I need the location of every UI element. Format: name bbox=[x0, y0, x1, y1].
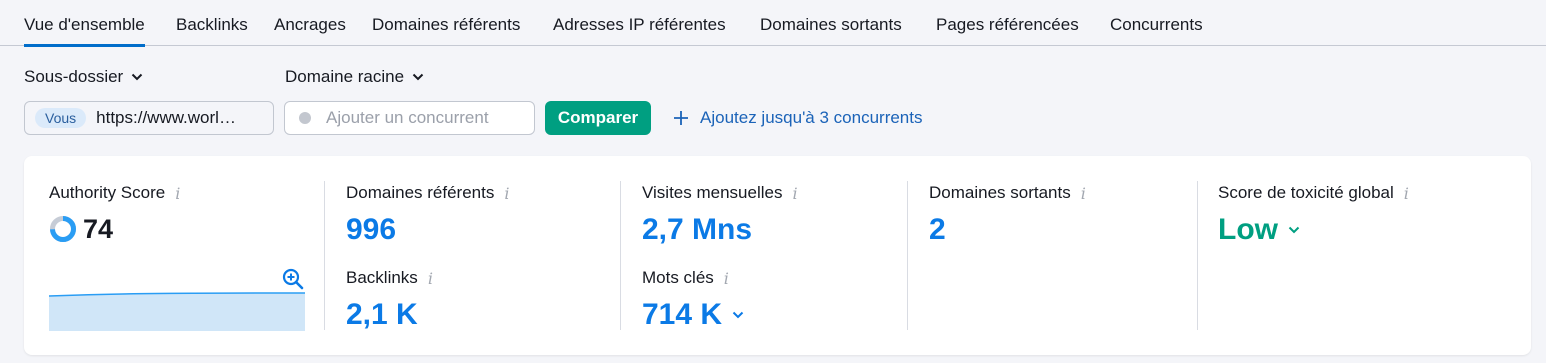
column-divider bbox=[907, 181, 908, 330]
info-icon[interactable]: i bbox=[504, 184, 509, 203]
tab-overview[interactable]: Vue d'ensemble bbox=[24, 15, 145, 47]
toxicity-score-title: Score de toxicité global bbox=[1218, 183, 1394, 202]
scope-dropdown-label: Sous-dossier bbox=[24, 67, 124, 86]
outbound-domains-value[interactable]: 2 bbox=[929, 213, 946, 247]
info-icon[interactable]: i bbox=[1081, 184, 1086, 203]
referring-domains-title: Domaines référents bbox=[346, 183, 495, 202]
column-divider bbox=[1197, 181, 1198, 330]
keywords-title: Mots clés bbox=[642, 268, 714, 287]
tab-referring-ips[interactable]: Adresses IP référentes bbox=[553, 15, 726, 46]
authority-score-value: 74 bbox=[83, 214, 114, 244]
referring-domains-value[interactable]: 996 bbox=[346, 213, 396, 247]
tab-bar: Vue d'ensemble Backlinks Ancrages Domain… bbox=[0, 0, 1546, 47]
chevron-down-icon[interactable] bbox=[732, 311, 744, 319]
toxicity-score-label: Score de toxicité global i bbox=[1218, 183, 1409, 203]
info-icon[interactable]: i bbox=[724, 269, 729, 288]
column-divider bbox=[324, 181, 325, 330]
referring-domains-label: Domaines référents i bbox=[346, 183, 509, 203]
trend-area bbox=[49, 293, 305, 331]
authority-trend-chart bbox=[49, 292, 305, 331]
authority-score-title: Authority Score bbox=[49, 183, 166, 202]
info-icon[interactable]: i bbox=[428, 269, 433, 288]
column-divider bbox=[620, 181, 621, 330]
plus-icon bbox=[674, 111, 688, 125]
monthly-visits-label: Visites mensuelles i bbox=[642, 183, 798, 203]
toxicity-score-text: Low bbox=[1218, 213, 1278, 246]
metrics-card: Authority Score i 74 Domaines référents … bbox=[24, 156, 1531, 355]
add-competitors-link[interactable]: Ajoutez jusqu'à 3 concurrents bbox=[674, 108, 923, 128]
you-badge: Vous bbox=[35, 108, 87, 128]
domain-dropdown-label: Domaine racine bbox=[285, 67, 405, 86]
competitor-input[interactable] bbox=[326, 108, 526, 128]
info-icon[interactable]: i bbox=[175, 184, 180, 203]
backlinks-title: Backlinks bbox=[346, 268, 418, 287]
competitor-color-dot bbox=[299, 112, 311, 124]
tab-backlinks[interactable]: Backlinks bbox=[176, 15, 248, 46]
competitor-field[interactable] bbox=[284, 101, 535, 135]
tab-referring-domains[interactable]: Domaines référents bbox=[372, 15, 520, 46]
monthly-visits-value[interactable]: 2,7 Mns bbox=[642, 213, 752, 247]
info-icon[interactable]: i bbox=[1404, 184, 1409, 203]
zoom-in-icon[interactable] bbox=[282, 268, 304, 290]
keywords-value[interactable]: 714 K bbox=[642, 298, 744, 332]
scope-dropdown[interactable]: Sous-dossier bbox=[24, 67, 143, 87]
authority-score-label: Authority Score i bbox=[49, 183, 180, 203]
tab-anchors[interactable]: Ancrages bbox=[274, 15, 346, 46]
tab-indexed-pages[interactable]: Pages référencées bbox=[936, 15, 1079, 46]
monthly-visits-title: Visites mensuelles bbox=[642, 183, 783, 202]
info-icon[interactable]: i bbox=[792, 184, 797, 203]
add-competitors-label: Ajoutez jusqu'à 3 concurrents bbox=[700, 108, 923, 127]
backlinks-label: Backlinks i bbox=[346, 268, 433, 288]
chevron-down-icon bbox=[132, 73, 143, 81]
authority-ring-icon bbox=[50, 216, 76, 242]
your-url: https://www.worl… bbox=[96, 108, 236, 127]
outbound-domains-label: Domaines sortants i bbox=[929, 183, 1086, 203]
tab-competitors[interactable]: Concurrents bbox=[1110, 15, 1203, 46]
compare-button[interactable]: Comparer bbox=[545, 101, 651, 135]
keywords-value-text: 714 K bbox=[642, 298, 723, 331]
chevron-down-icon bbox=[412, 73, 424, 81]
your-domain-field[interactable]: Vous https://www.worl… bbox=[24, 101, 274, 135]
backlinks-value[interactable]: 2,1 K bbox=[346, 298, 418, 332]
chevron-down-icon[interactable] bbox=[1288, 226, 1300, 234]
domain-dropdown[interactable]: Domaine racine bbox=[285, 67, 424, 87]
outbound-domains-title: Domaines sortants bbox=[929, 183, 1071, 202]
toxicity-score-value[interactable]: Low bbox=[1218, 213, 1300, 247]
keywords-label: Mots clés i bbox=[642, 268, 729, 288]
tab-outbound-domains[interactable]: Domaines sortants bbox=[760, 15, 902, 46]
